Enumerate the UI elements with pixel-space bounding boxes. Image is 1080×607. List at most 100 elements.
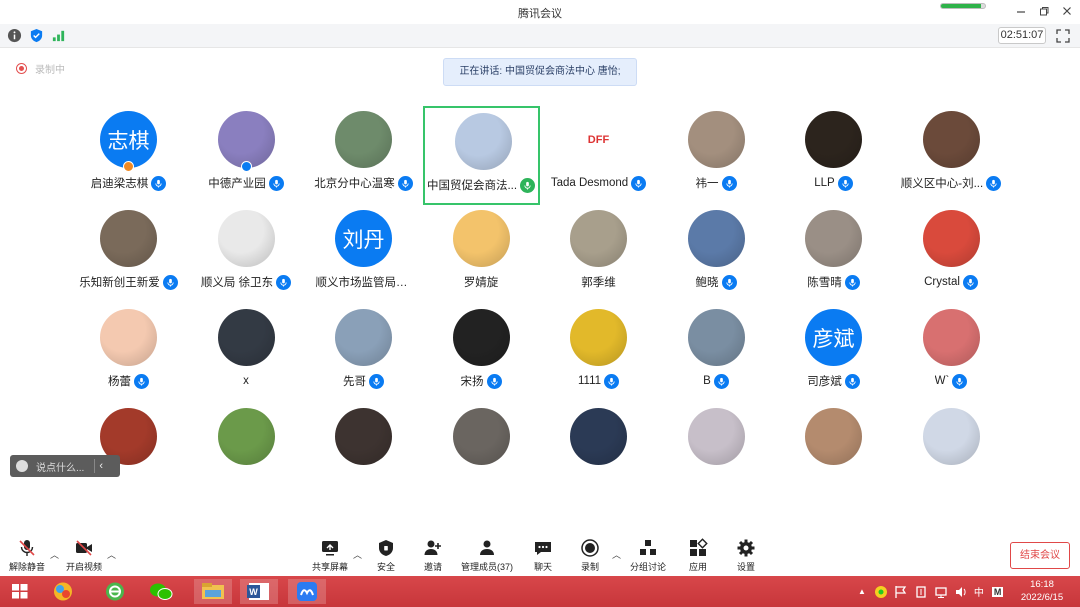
participant-avatar <box>452 408 510 465</box>
unmute-button[interactable]: 解除静音 <box>8 538 46 576</box>
participant-tile[interactable]: B <box>658 304 775 403</box>
tencent-meeting-app-icon[interactable] <box>288 579 326 604</box>
participant-avatar: 彦斌 <box>805 309 862 366</box>
participant-tile[interactable] <box>423 403 540 476</box>
participant-tile[interactable]: DFF Tada Desmond <box>540 106 657 205</box>
participant-name-row: Crystal <box>893 273 1010 291</box>
host-badge-icon <box>123 161 134 172</box>
tray-app-icon[interactable] <box>874 585 888 599</box>
participant-tile[interactable] <box>658 403 775 476</box>
settings-button[interactable]: 设置 <box>728 538 764 576</box>
flag-icon[interactable] <box>894 585 908 599</box>
participant-tile[interactable]: 志棋 启迪梁志棋 <box>70 106 187 205</box>
participant-name-row: 司彦斌 <box>775 372 892 390</box>
participant-tile[interactable]: 1111 <box>540 304 657 403</box>
apps-button[interactable]: 应用 <box>680 538 716 576</box>
invite-user-icon <box>424 540 441 555</box>
participant-tile[interactable]: x <box>188 304 305 403</box>
cohost-badge-icon <box>240 161 252 172</box>
participant-name: 罗婧旋 <box>463 277 499 289</box>
end-meeting-button[interactable]: 结束会议 <box>1010 542 1070 569</box>
ime-indicator[interactable]: 中 <box>974 584 984 599</box>
ie-browser-icon[interactable] <box>96 579 134 604</box>
chat-button[interactable]: 聊天 <box>525 538 561 576</box>
participant-tile[interactable]: Crystal <box>893 205 1010 304</box>
participant-tile[interactable]: W` <box>893 304 1010 403</box>
minimize-button[interactable] <box>1012 4 1030 20</box>
recording-indicator: 录制中 <box>16 61 65 76</box>
participant-tile[interactable]: 顺义局 徐卫东 <box>188 205 305 304</box>
participant-tile[interactable]: 先哥 <box>305 304 422 403</box>
participant-tile[interactable]: 罗婧旋 <box>423 205 540 304</box>
info-icon[interactable] <box>7 28 22 43</box>
windows-start-icon[interactable] <box>2 579 38 604</box>
tray-expand-icon[interactable]: ▲ <box>858 587 866 596</box>
breakout-rooms-button[interactable]: 分组讨论 <box>626 538 670 576</box>
participant-name: 启迪梁志棋 <box>90 178 149 190</box>
word-app-icon[interactable]: W <box>240 579 278 604</box>
wechat-icon[interactable] <box>142 579 180 604</box>
signal-icon[interactable] <box>51 28 66 43</box>
participant-name-row: 杨蕾 <box>70 372 187 390</box>
chat-label: 聊天 <box>533 562 552 572</box>
invite-button[interactable]: 邀请 <box>415 538 451 576</box>
close-button[interactable] <box>1058 4 1076 20</box>
mic-status-icon <box>952 373 968 389</box>
manage-members-button[interactable]: 管理成员(37) <box>458 538 516 576</box>
emoji-icon[interactable] <box>16 460 28 472</box>
maximize-button[interactable] <box>1035 4 1053 20</box>
taskbar-clock[interactable]: 16:18 2022/6/15 <box>1010 578 1074 604</box>
participant-name: 宋扬 <box>460 376 484 388</box>
network-icon[interactable] <box>934 585 948 599</box>
participant-tile[interactable]: 北京分中心温寒 <box>305 106 422 205</box>
mic-off-icon <box>19 540 35 556</box>
record-button[interactable]: 录制 <box>572 538 608 576</box>
participant-tile[interactable]: LLP <box>775 106 892 205</box>
record-options-chevron-icon[interactable]: ︿ <box>612 548 621 561</box>
participant-tile[interactable] <box>305 403 422 476</box>
file-explorer-icon[interactable] <box>194 579 232 604</box>
chat-input-box[interactable]: 说点什么... ‹ <box>10 455 120 477</box>
device-icon[interactable] <box>914 585 928 599</box>
participant-avatar <box>570 309 627 366</box>
mic-status-icon <box>721 274 737 290</box>
clock-date: 2022/6/15 <box>1020 592 1064 603</box>
participant-tile[interactable]: 中国贸促会商法... <box>422 106 540 205</box>
participant-tile[interactable] <box>540 403 657 476</box>
shield-icon[interactable] <box>29 28 44 43</box>
participant-name-row: 先哥 <box>305 372 422 390</box>
participant-tile[interactable]: 中德产业园 <box>188 106 305 205</box>
volume-icon[interactable] <box>954 585 968 599</box>
participant-tile[interactable]: 顺义区中心-刘... <box>893 106 1010 205</box>
participant-tile[interactable] <box>775 403 892 476</box>
participant-tile[interactable]: 祎一 <box>658 106 775 205</box>
participant-tile[interactable]: 乐知新创王新爱 <box>70 205 187 304</box>
fullscreen-icon[interactable] <box>1056 29 1070 43</box>
video-options-chevron-icon[interactable]: ︿ <box>107 548 116 561</box>
participant-tile[interactable]: 郭季维 <box>540 205 657 304</box>
collapse-chevron-icon[interactable]: ‹ <box>99 460 103 472</box>
participant-tile[interactable]: 彦斌 司彦斌 <box>775 304 892 403</box>
participant-tile[interactable]: 鲍晓 <box>658 205 775 304</box>
participant-tile[interactable]: 宋扬 <box>423 304 540 403</box>
participant-tile[interactable] <box>188 403 305 476</box>
participant-tile[interactable]: 陈雪晴 <box>775 205 892 304</box>
participant-name-row: Tada Desmond <box>540 174 657 192</box>
share-options-chevron-icon[interactable]: ︿ <box>353 548 362 561</box>
start-video-button[interactable]: 开启视频 <box>64 538 104 576</box>
participant-tile[interactable] <box>893 403 1010 476</box>
participant-name-row: 宋扬 <box>423 372 540 390</box>
avatar-logo: DFF <box>587 133 610 146</box>
ime-mode-indicator[interactable]: M <box>991 586 1004 597</box>
security-button[interactable]: 安全 <box>368 538 404 576</box>
participant-avatar <box>805 111 862 168</box>
browser-app-icon[interactable] <box>44 579 82 604</box>
audio-options-chevron-icon[interactable]: ︿ <box>50 548 59 561</box>
speaking-banner: 正在讲话: 中国贸促会商法中心 唐怡; <box>443 58 637 86</box>
participant-tile[interactable]: 杨蕾 <box>70 304 187 403</box>
participant-avatar <box>570 210 627 267</box>
share-screen-button[interactable]: 共享屏幕 <box>310 538 350 576</box>
close-icon <box>1063 7 1071 15</box>
participant-tile[interactable]: 刘丹 顺义市场监管局刘丹 <box>305 205 422 304</box>
participant-name-row: 陈雪晴 <box>775 273 892 291</box>
